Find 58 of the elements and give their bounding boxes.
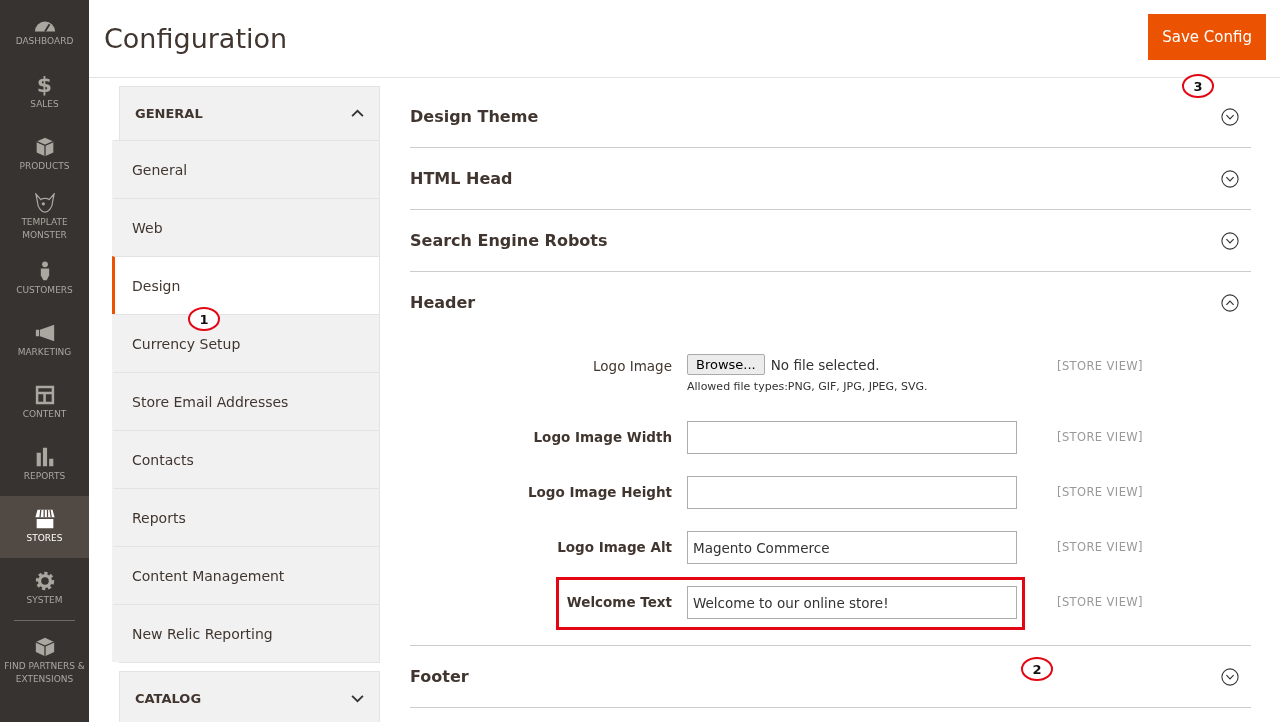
- config-tab-item[interactable]: Store Email Addresses: [112, 372, 379, 430]
- scope-label: [STORE VIEW]: [1057, 358, 1144, 375]
- nav-item[interactable]: SYSTEM: [0, 558, 89, 620]
- scope-label: [STORE VIEW]: [1057, 429, 1144, 446]
- config-tab-item[interactable]: Content Management: [112, 546, 379, 604]
- nav-item[interactable]: CUSTOMERS: [0, 248, 89, 310]
- megaphone-icon: [34, 323, 55, 343]
- field-note: Allowed file types:PNG, GIF, JPG, JPEG, SVG.: [687, 380, 929, 393]
- text-input[interactable]: [687, 421, 1017, 454]
- gauge-icon: [33, 20, 56, 32]
- config-tab-item[interactable]: Web: [112, 198, 379, 256]
- nav-item[interactable]: MARKETING: [0, 310, 89, 372]
- storefront-icon: [34, 509, 55, 529]
- page-title: Configuration: [104, 23, 288, 54]
- scope-label: [STORE VIEW]: [1057, 484, 1144, 501]
- field-label: Logo Image Width: [532, 428, 672, 447]
- layout-icon: [34, 385, 55, 405]
- nav-item[interactable]: PRODUCTS: [0, 124, 89, 186]
- dollar-icon: $: [36, 75, 53, 95]
- config-tab-item[interactable]: Design: [112, 256, 379, 314]
- field-label: Welcome Text: [565, 593, 672, 612]
- section-header[interactable]: HTML Head: [410, 148, 1251, 209]
- config-tab-item[interactable]: Contacts: [112, 430, 379, 488]
- chevron-circle-icon: [1221, 231, 1239, 250]
- chevron-circle-icon: [1221, 667, 1239, 686]
- nav-item[interactable]: FIND PARTNERS & EXTENSIONS: [0, 621, 89, 701]
- nav-item[interactable]: CONTENT: [0, 372, 89, 434]
- nav-item[interactable]: DASHBOARD: [0, 0, 89, 62]
- save-config-button[interactable]: Save Config: [1148, 14, 1266, 60]
- section-header[interactable]: Header: [410, 272, 1251, 333]
- settings-icon: [34, 571, 55, 591]
- chevron-circle-icon: [1221, 293, 1239, 312]
- nav-item[interactable]: STORES: [0, 496, 89, 558]
- scope-label: [STORE VIEW]: [1057, 594, 1144, 611]
- nav-item[interactable]: REPORTS: [0, 434, 89, 496]
- bar-chart-icon: [34, 447, 55, 467]
- section-header[interactable]: Search Engine Robots: [410, 210, 1251, 271]
- config-tab-item[interactable]: General: [112, 140, 379, 198]
- nav-item[interactable]: TEMPLATE MONSTER: [0, 186, 89, 248]
- field-label: Logo Image: [592, 357, 672, 376]
- browse-button[interactable]: Browse...: [687, 354, 765, 375]
- text-input[interactable]: Welcome to our online store!: [687, 586, 1017, 619]
- chevron-icon: [351, 109, 364, 118]
- nav-item[interactable]: $ SALES: [0, 62, 89, 124]
- field-label: Logo Image Alt: [556, 538, 672, 557]
- chevron-icon: [351, 694, 364, 703]
- field-label: Logo Image Height: [526, 483, 672, 502]
- config-tab-item[interactable]: New Relic Reporting: [112, 604, 379, 662]
- scope-label: [STORE VIEW]: [1057, 539, 1144, 556]
- text-input[interactable]: [687, 476, 1017, 509]
- chevron-circle-icon: [1221, 169, 1239, 188]
- chevron-circle-icon: [1221, 107, 1239, 126]
- box-icon: [34, 137, 55, 157]
- text-input[interactable]: Magento Commerce: [687, 531, 1017, 564]
- monster-head-icon: [34, 192, 55, 213]
- file-status: No file selected.: [770, 356, 880, 373]
- blocks-icon: [34, 636, 55, 657]
- config-tab-item[interactable]: Reports: [112, 488, 379, 546]
